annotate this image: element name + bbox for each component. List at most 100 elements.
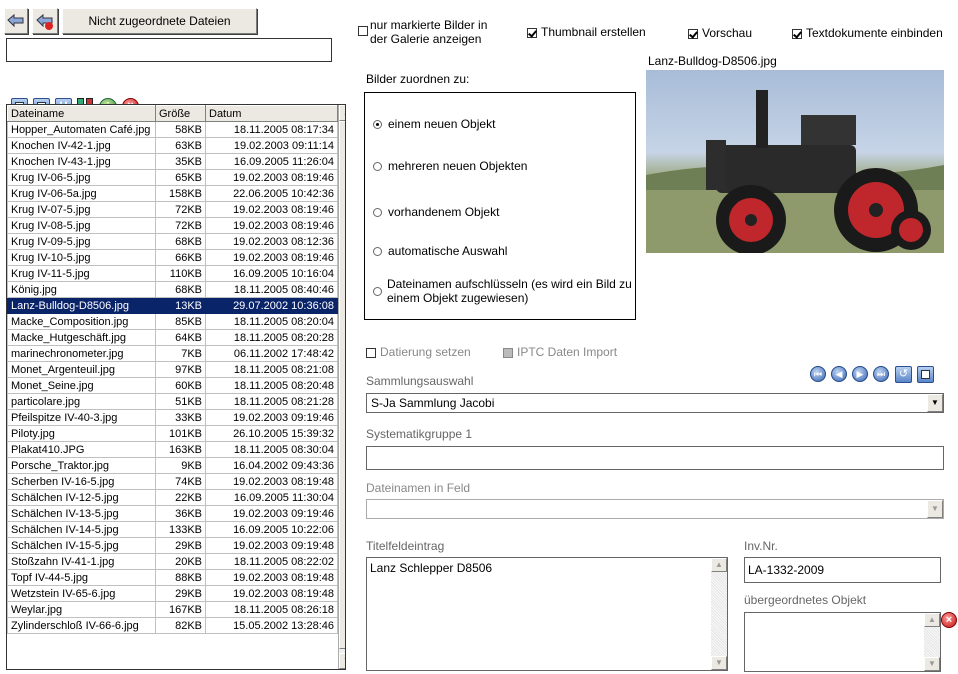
thumbnail-option[interactable]: Thumbnail erstellen — [527, 25, 646, 39]
table-row[interactable]: Krug IV-06-5.jpg 65KB 19.02.2003 08:19:46 — [7, 169, 338, 186]
file-date-cell: 18.11.2005 08:17:34 — [205, 121, 338, 138]
title-scroll-up[interactable]: ▲ — [711, 558, 727, 572]
parent-scroll-up[interactable]: ▲ — [924, 613, 940, 627]
title-textarea[interactable]: Lanz Schlepper D8506 ▲ ▼ — [366, 557, 728, 671]
group-input[interactable] — [366, 446, 944, 470]
thumbnail-checkbox[interactable] — [527, 27, 537, 38]
file-list-scrollbar[interactable]: ▲ ▼ — [338, 105, 345, 669]
table-row[interactable]: Schälchen IV-14-5.jpg 133KB 16.09.2005 10:… — [7, 521, 338, 538]
scroll-thumb[interactable] — [339, 121, 345, 649]
filter-input[interactable] — [6, 38, 332, 62]
only-marked-checkbox[interactable] — [358, 26, 368, 36]
scroll-up-button[interactable]: ▲ — [339, 105, 345, 121]
table-row[interactable]: Knochen IV-43-1.jpg 35KB 16.09.2005 11:26:… — [7, 153, 338, 170]
table-row[interactable]: Wetzstein IV-65-6.jpg 29KB 19.02.2003 08:1… — [7, 585, 338, 602]
table-row[interactable]: Piloty.jpg 101KB 26.10.2005 15:39:32 — [7, 425, 338, 442]
parent-scrollbar[interactable]: ▲ ▼ — [924, 613, 940, 671]
file-date-cell: 15.05.2002 13:28:46 — [205, 617, 338, 634]
assign-radio-3[interactable] — [373, 247, 382, 257]
assign-radio-1[interactable] — [373, 162, 382, 172]
table-row[interactable]: Schälchen IV-15-5.jpg 29KB 19.02.2003 09:1… — [7, 537, 338, 554]
clear-parent-icon[interactable]: × — [941, 612, 957, 628]
title-scroll-down[interactable]: ▼ — [711, 656, 727, 670]
table-row[interactable]: König.jpg 68KB 18.11.2005 08:40:46 — [7, 281, 338, 298]
table-row[interactable]: Macke_Composition.jpg 85KB 18.11.2005 08:2… — [7, 313, 338, 330]
table-row[interactable]: Weylar.jpg 167KB 18.11.2005 08:26:18 — [7, 601, 338, 618]
assign-radio-2[interactable] — [373, 208, 382, 218]
unassigned-files-button[interactable]: Nicht zugeordnete Dateien — [62, 8, 257, 34]
file-date-cell: 19.02.2003 09:19:46 — [205, 409, 338, 426]
table-row[interactable]: Topf IV-44-5.jpg 88KB 19.02.2003 08:19:48 — [7, 569, 338, 586]
file-date-cell: 18.11.2005 08:20:28 — [205, 329, 338, 346]
file-size-cell: 163KB — [155, 441, 206, 458]
first-record-icon[interactable]: ⏮ — [810, 366, 826, 382]
file-name-cell: Krug IV-09-5.jpg — [7, 233, 156, 250]
refresh-icon[interactable]: ↺ — [895, 366, 912, 383]
column-header-size[interactable]: Größe — [155, 105, 206, 122]
table-row[interactable]: Lanz-Bulldog-D8506.jpg 13KB 29.07.2002 10:… — [7, 297, 338, 314]
table-row[interactable]: Stoßzahn IV-41-1.jpg 20KB 18.11.2005 08:22… — [7, 553, 338, 570]
table-row[interactable]: Knochen IV-42-1.jpg 63KB 19.02.2003 09:11:… — [7, 137, 338, 154]
scroll-down-button[interactable]: ▼ — [339, 653, 345, 669]
column-header-date[interactable]: Datum — [205, 105, 338, 122]
collection-dropdown-button[interactable]: ▼ — [927, 394, 943, 412]
file-name-cell: Scherben IV-16-5.jpg — [7, 473, 156, 490]
table-row[interactable]: Krug IV-09-5.jpg 68KB 19.02.2003 08:12:36 — [7, 233, 338, 250]
confirm-icon[interactable] — [917, 366, 934, 383]
table-row[interactable]: marinechronometer.jpg 7KB 06.11.2002 17:48… — [7, 345, 338, 362]
table-row[interactable]: Hopper_Automaten Café.jpg 58KB 18.11.2005 … — [7, 121, 338, 138]
table-row[interactable]: Krug IV-08-5.jpg 72KB 19.02.2003 08:19:46 — [7, 217, 338, 234]
assign-radio-0[interactable] — [373, 120, 382, 130]
table-row[interactable]: particolare.jpg 51KB 18.11.2005 08:21:28 — [7, 393, 338, 410]
table-row[interactable]: Schälchen IV-12-5.jpg 22KB 16.09.2005 11:3… — [7, 489, 338, 506]
previous-record-icon[interactable]: ◀ — [831, 366, 847, 382]
table-row[interactable]: Krug IV-06-5a.jpg 158KB 22.06.2005 10:42:3… — [7, 185, 338, 202]
invnr-input[interactable]: LA-1332-2009 — [744, 557, 941, 583]
table-row[interactable]: Scherben IV-16-5.jpg 74KB 19.02.2003 08:19… — [7, 473, 338, 490]
next-record-icon[interactable]: ▶ — [852, 366, 868, 382]
table-row[interactable]: Monet_Seine.jpg 60KB 18.11.2005 08:20:48 — [7, 377, 338, 394]
set-dating-option[interactable]: Datierung setzen — [366, 345, 471, 359]
file-date-cell: 18.11.2005 08:20:48 — [205, 377, 338, 394]
last-record-icon[interactable]: ⏭ — [873, 366, 889, 382]
assign-option-3[interactable]: automatische Auswahl — [373, 244, 507, 258]
table-row[interactable]: Plakat410.JPG 163KB 18.11.2005 08:30:04 — [7, 441, 338, 458]
text-docs-option[interactable]: Textdokumente einbinden — [792, 26, 943, 40]
table-row[interactable]: Krug IV-11-5.jpg 110KB 16.09.2005 10:16:04 — [7, 265, 338, 282]
assign-option-1[interactable]: mehreren neuen Objekten — [373, 159, 527, 173]
table-row[interactable]: Krug IV-10-5.jpg 66KB 19.02.2003 08:19:46 — [7, 249, 338, 266]
preview-option[interactable]: Vorschau — [688, 26, 752, 40]
set-dating-checkbox[interactable] — [366, 347, 376, 358]
filename-field-select[interactable]: ▼ — [366, 499, 944, 519]
file-name-cell: Zylinderschloß IV-66-6.jpg — [7, 617, 156, 634]
title-scrollbar[interactable]: ▲ ▼ — [711, 558, 727, 670]
back-button[interactable] — [4, 8, 28, 34]
table-row[interactable]: Zylinderschloß IV-66-6.jpg 82KB 15.05.2002… — [7, 617, 338, 634]
table-row[interactable]: Porsche_Traktor.jpg 9KB 16.04.2002 09:43:3… — [7, 457, 338, 474]
file-date-cell: 19.02.2003 09:19:48 — [205, 537, 338, 554]
table-row[interactable]: Schälchen IV-13-5.jpg 36KB 19.02.2003 09:1… — [7, 505, 338, 522]
file-list[interactable]: Dateiname Größe Datum Hopper_Automaten C… — [6, 104, 346, 670]
table-row[interactable]: Macke_Hutgeschäft.jpg 64KB 18.11.2005 08:2… — [7, 329, 338, 346]
table-row[interactable]: Monet_Argenteuil.jpg 97KB 18.11.2005 08:21… — [7, 361, 338, 378]
table-row[interactable]: Pfeilspitze IV-40-3.jpg 33KB 19.02.2003 09… — [7, 409, 338, 426]
collection-select[interactable]: S-Ja Sammlung Jacobi ▼ — [366, 393, 944, 413]
filename-field-dropdown-button[interactable]: ▼ — [927, 500, 943, 518]
back-red-button[interactable] — [32, 8, 58, 34]
table-row[interactable]: Krug IV-07-5.jpg 72KB 19.02.2003 08:19:46 — [7, 201, 338, 218]
parent-textarea[interactable]: ▲ ▼ — [744, 612, 941, 672]
file-name-cell: Schälchen IV-15-5.jpg — [7, 537, 156, 554]
assign-option-2[interactable]: vorhandenem Objekt — [373, 205, 499, 219]
file-date-cell: 16.09.2005 11:30:04 — [205, 489, 338, 506]
file-date-cell: 16.09.2005 10:16:04 — [205, 265, 338, 282]
file-date-cell: 16.09.2005 11:26:04 — [205, 153, 338, 170]
parent-scroll-down[interactable]: ▼ — [924, 657, 940, 671]
only-marked-option[interactable]: nur markierte Bilder in der Galerie anze… — [358, 18, 508, 46]
assign-option-0[interactable]: einem neuen Objekt — [373, 117, 495, 131]
file-size-cell: 9KB — [155, 457, 206, 474]
assign-option-4[interactable]: Dateinamen aufschlüsseln (es wird ein Bi… — [373, 277, 633, 305]
text-docs-checkbox[interactable] — [792, 28, 802, 39]
preview-checkbox[interactable] — [688, 28, 698, 39]
assign-radio-4[interactable] — [373, 287, 382, 296]
column-header-name[interactable]: Dateiname — [7, 105, 156, 122]
